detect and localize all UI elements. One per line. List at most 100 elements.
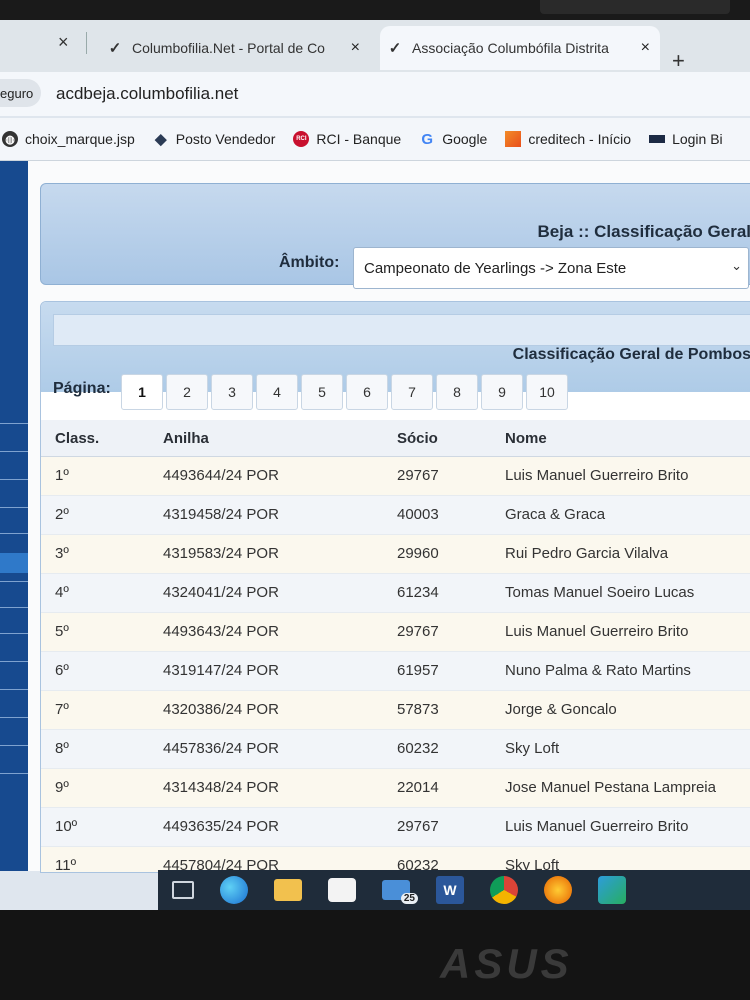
new-tab-button[interactable]: + [672, 48, 685, 74]
cell-class: 6º [55, 662, 69, 679]
diamond-icon: ◆ [154, 131, 167, 148]
bookmark-login[interactable]: Login Bi [649, 131, 723, 147]
page-button[interactable]: 9 [481, 374, 523, 410]
page-content: Beja :: Classificação Geral Âmbito: Camp… [0, 161, 750, 873]
bookmark-choix-marque[interactable]: ◍ choix_marque.jsp [2, 131, 135, 147]
bookmark-label: Posto Vendedor [175, 131, 276, 147]
store-icon[interactable] [328, 878, 356, 902]
cell-socio: 60232 [397, 740, 439, 757]
page-button[interactable]: 2 [166, 374, 208, 410]
table-row[interactable]: 7º 4320386/24 POR 57873 Jorge & Goncalo [41, 691, 750, 730]
cell-class: 4º [55, 584, 69, 601]
file-explorer-icon[interactable] [274, 879, 302, 901]
cell-socio: 40003 [397, 506, 439, 523]
table-row[interactable]: 2º 4319458/24 POR 40003 Graca & Graca [41, 496, 750, 535]
table-row[interactable]: 6º 4319147/24 POR 61957 Nuno Palma & Rato M… [41, 652, 750, 691]
word-icon[interactable]: W [436, 876, 464, 904]
mail-badge: 25 [400, 893, 418, 904]
table-row[interactable]: 4º 4324041/24 POR 61234 Tomas Manuel Soeiro… [41, 574, 750, 613]
security-indicator[interactable]: eguro [0, 79, 42, 107]
cell-socio: 61957 [397, 662, 439, 679]
monitor-screen: × ✓ Columbofilia.Net - Portal de Co × ✓ … [0, 0, 750, 910]
cell-class: 2º [55, 506, 69, 523]
cell-nome: Graca & Graca [505, 506, 606, 523]
address-bar: eguro acdbeja.columbofilia.net [0, 72, 750, 116]
columbofilia-favicon-icon: ✓ [388, 40, 402, 57]
tab-associacao[interactable]: ✓ Associação Columbófila Distrita × [380, 26, 660, 70]
close-tab-icon[interactable]: × [351, 39, 360, 57]
cell-anilha: 4314348/24 POR [163, 779, 279, 796]
tab-title: Columbofilia.Net - Portal de Co [132, 40, 325, 56]
table-row[interactable]: 9º 4314348/24 POR 22014 Jose Manuel Pestana… [41, 769, 750, 808]
classification-table-panel: Classificação Geral de Pombos Página: 1 … [40, 301, 750, 873]
cell-nome: Luis Manuel Guerreiro Brito [505, 467, 689, 484]
cell-class: 5º [55, 623, 69, 640]
table-row[interactable]: 3º 4319583/24 POR 29960 Rui Pedro Garcia Vi… [41, 535, 750, 574]
edge-icon[interactable] [220, 876, 248, 904]
tab-title: Associação Columbófila Distrita [412, 40, 609, 56]
page-button[interactable]: 5 [301, 374, 343, 410]
bookmark-google[interactable]: G Google [419, 130, 487, 148]
page-button[interactable]: 6 [346, 374, 388, 410]
cell-anilha: 4320386/24 POR [163, 701, 279, 718]
table-panel-title-bar [53, 314, 750, 346]
cell-class: 10º [55, 818, 78, 835]
table-row[interactable]: 1º 4493644/24 POR 29767 Luis Manuel Guerrei… [41, 457, 750, 496]
pagina-label: Página: [53, 380, 111, 397]
mail-icon[interactable]: 25 [382, 880, 418, 904]
table-row[interactable]: 5º 4493643/24 POR 29767 Luis Manuel Guerrei… [41, 613, 750, 652]
cell-nome: Rui Pedro Garcia Vilalva [505, 545, 669, 562]
bookmarks-bar: ◍ choix_marque.jsp ◆ Posto Vendedor RCI … [0, 118, 750, 161]
creditech-icon [505, 131, 522, 147]
photos-icon[interactable] [598, 876, 626, 904]
page-button[interactable]: 1 [121, 374, 163, 410]
task-view-icon[interactable] [172, 881, 194, 899]
column-header-class[interactable]: Class. [55, 430, 99, 447]
cell-nome: Tomas Manuel Soeiro Lucas [505, 584, 695, 601]
page-button[interactable]: 8 [436, 374, 478, 410]
close-tab-icon[interactable]: × [641, 39, 650, 57]
tab-columbofilia-net[interactable]: ✓ Columbofilia.Net - Portal de Co × [100, 26, 370, 70]
google-icon: G [421, 130, 434, 148]
cell-class: 7º [55, 701, 69, 718]
column-header-socio[interactable]: Sócio [397, 430, 438, 447]
cell-anilha: 4493643/24 POR [163, 623, 279, 640]
webcam-housing [540, 0, 730, 14]
firefox-icon[interactable] [544, 876, 572, 904]
side-menu-rail [0, 161, 28, 871]
page-button[interactable]: 7 [391, 374, 433, 410]
column-header-anilha[interactable]: Anilha [163, 430, 209, 447]
page-button[interactable]: 10 [526, 374, 568, 410]
cell-class: 9º [55, 779, 69, 796]
bookmark-creditech[interactable]: creditech - Início [505, 131, 631, 147]
close-icon[interactable]: × [58, 32, 69, 53]
cell-anilha: 4319147/24 POR [163, 662, 279, 679]
cell-socio: 61234 [397, 584, 439, 601]
table-row[interactable]: 10º 4493635/24 POR 29767 Luis Manuel Guerre… [41, 808, 750, 847]
cell-anilha: 4493644/24 POR [163, 467, 279, 484]
ambito-select[interactable]: Campeonato de Yearlings -> Zona Este ⌄ [353, 247, 749, 289]
bookmark-label: creditech - Início [528, 131, 632, 147]
columbofilia-favicon-icon: ✓ [108, 40, 122, 57]
classification-header-panel: Beja :: Classificação Geral Âmbito: Camp… [40, 183, 750, 289]
cell-anilha: 4324041/24 POR [163, 584, 279, 601]
column-header-nome[interactable]: Nome [505, 430, 547, 447]
cell-nome: Luis Manuel Guerreiro Brito [505, 818, 689, 835]
pagination: 1 2 3 4 5 6 7 8 9 10 [121, 374, 571, 410]
cell-class: 11º [55, 857, 77, 873]
page-button[interactable]: 3 [211, 374, 253, 410]
cell-socio: 29960 [397, 545, 439, 562]
cell-anilha: 4457836/24 POR [163, 740, 279, 757]
chevron-down-icon: ⌄ [731, 258, 742, 273]
cell-anilha: 4493635/24 POR [163, 818, 279, 835]
bookmark-posto-vendedor[interactable]: ◆ Posto Vendedor [153, 131, 276, 148]
bookmark-label: choix_marque.jsp [25, 131, 135, 147]
cell-class: 3º [55, 545, 69, 562]
url-field[interactable]: acdbeja.columbofilia.net [56, 84, 238, 104]
cell-nome: Jorge & Goncalo [505, 701, 617, 718]
bookmark-rci-banque[interactable]: RCI RCI - Banque [293, 131, 401, 147]
side-menu-active-item[interactable] [0, 553, 28, 573]
chrome-icon[interactable] [490, 876, 518, 904]
table-row[interactable]: 8º 4457836/24 POR 60232 Sky Loft [41, 730, 750, 769]
page-button[interactable]: 4 [256, 374, 298, 410]
